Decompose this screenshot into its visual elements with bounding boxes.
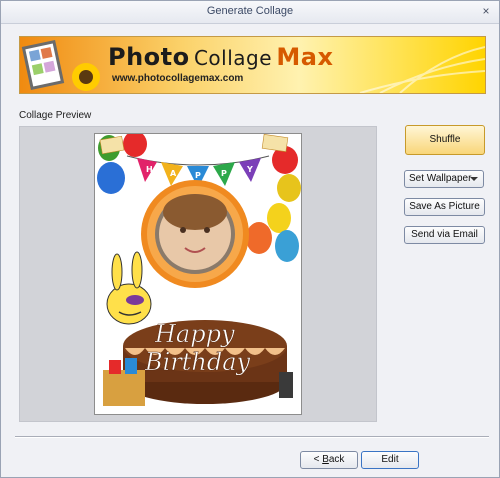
balloon-icon [97, 162, 125, 194]
svg-text:P: P [195, 171, 201, 180]
collage-preview-label: Collage Preview [19, 110, 92, 121]
balloon-icon [246, 222, 272, 254]
banner-title-photo: Photo [108, 43, 190, 71]
balloon-icon [267, 203, 291, 233]
back-button[interactable]: < Back [300, 451, 358, 469]
wine-glass-icon [279, 372, 293, 398]
generate-collage-window: Generate Collage × Photo Collage Max www… [0, 0, 500, 478]
balloon-icon [277, 174, 301, 202]
window-title: Generate Collage [206, 5, 294, 17]
shuffle-button[interactable]: Shuffle [405, 125, 485, 155]
banner-title-max: Max [276, 43, 334, 71]
edit-button[interactable]: Edit [361, 451, 419, 469]
product-banner: Photo Collage Max www.photocollagemax.co… [19, 36, 486, 94]
collage-artwork: H A P P Y Happy Birthday [95, 134, 301, 414]
footer-divider [15, 436, 489, 438]
save-as-picture-button[interactable]: Save As Picture [404, 198, 485, 216]
collage-text-happy: Happy [154, 320, 235, 348]
title-bar: Generate Collage × [1, 1, 499, 24]
close-icon[interactable]: × [479, 4, 493, 18]
collage-image: H A P P Y Happy Birthday [94, 133, 302, 415]
banner-title-collage: Collage [193, 46, 273, 70]
balloon-icon [275, 230, 299, 262]
sunflower-icon [72, 63, 100, 91]
chevron-down-icon [470, 177, 478, 181]
banner-title: Photo Collage Max [108, 43, 333, 71]
set-wallpaper-dropdown[interactable]: Set Wallpaper [404, 170, 484, 188]
party-flag-icon [261, 134, 289, 152]
banner-url: www.photocollagemax.com [112, 73, 244, 84]
svg-text:A: A [170, 169, 177, 178]
svg-text:Y: Y [246, 165, 253, 174]
svg-text:P: P [221, 169, 227, 178]
back-label-rest: ack [328, 454, 345, 465]
send-via-email-button[interactable]: Send via Email [404, 226, 485, 244]
collage-text-birthday: Birthday [144, 348, 251, 376]
flower-frame [141, 180, 249, 288]
collage-preview-pane: H A P P Y Happy Birthday [19, 126, 377, 422]
back-label-prefix: < [313, 454, 323, 465]
back-label-accelerator: B [322, 454, 329, 465]
svg-text:H: H [146, 165, 153, 174]
set-wallpaper-label: Set Wallpaper [409, 173, 472, 184]
